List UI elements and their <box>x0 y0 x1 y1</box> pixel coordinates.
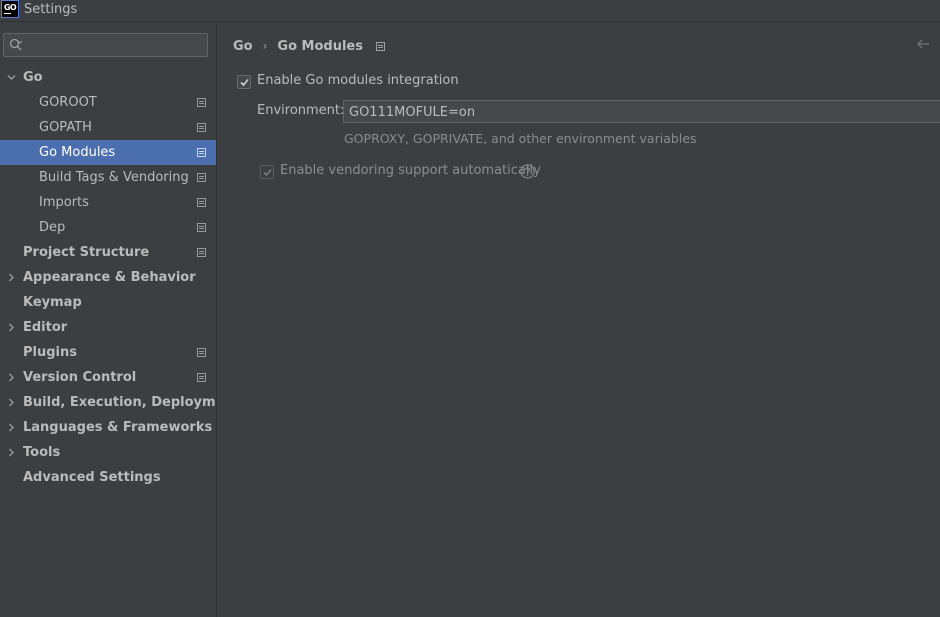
sidebar-item-label: Imports <box>39 195 89 210</box>
sidebar-item-build-tags-vendoring[interactable]: Build Tags & Vendoring <box>0 165 216 190</box>
environment-hint: GOPROXY, GOPRIVATE, and other environmen… <box>344 131 697 146</box>
logo-underline <box>4 13 11 14</box>
project-level-icon <box>197 373 206 382</box>
sidebar-item-version-control[interactable]: Version Control <box>0 365 216 390</box>
sidebar-item-label: Project Structure <box>23 245 150 260</box>
logo-text: GO <box>3 3 17 12</box>
sidebar-item-label: Version Control <box>23 370 137 385</box>
sidebar-item-label: Editor <box>23 320 68 335</box>
sidebar-item-plugins[interactable]: Plugins <box>0 340 216 365</box>
chevron-down-icon[interactable] <box>7 73 16 82</box>
settings-sidebar: Go GOROOT GOPATH Go Modules Build Tags & Ven… <box>0 23 240 617</box>
settings-search-input[interactable] <box>30 36 205 54</box>
sidebar-item-keymap[interactable]: Keymap <box>0 290 216 315</box>
sidebar-item-label: GOROOT <box>39 95 97 110</box>
sidebar-item-languages-frameworks[interactable]: Languages & Frameworks <box>0 415 216 440</box>
back-arrow-icon[interactable] <box>916 37 930 51</box>
sidebar-item-gopath[interactable]: GOPATH <box>0 115 216 140</box>
sidebar-item-advanced-settings[interactable]: Advanced Settings <box>0 465 216 490</box>
project-level-icon <box>197 98 206 107</box>
sidebar-item-imports[interactable]: Imports <box>0 190 216 215</box>
sidebar-item-tools[interactable]: Tools <box>0 440 216 465</box>
checkmark-icon <box>240 78 249 87</box>
title-bar: GO Settings <box>0 0 940 22</box>
sidebar-item-goroot[interactable]: GOROOT <box>0 90 216 115</box>
enable-vendoring-label[interactable]: Enable vendoring support automatically <box>280 163 541 178</box>
environment-field[interactable] <box>343 100 940 123</box>
sidebar-item-label: Build Tags & Vendoring <box>39 170 189 185</box>
chevron-right-icon[interactable] <box>7 423 16 432</box>
project-level-icon <box>197 198 206 207</box>
breadcrumb-current: Go Modules <box>277 38 363 54</box>
breadcrumb-parent[interactable]: Go <box>233 39 253 54</box>
sidebar-item-label: Build, Execution, Deployment <box>23 395 240 410</box>
project-level-icon <box>197 223 206 232</box>
breadcrumb-separator: › <box>262 39 268 53</box>
window-title: Settings <box>24 2 78 17</box>
settings-content-panel: Go › Go Modules Enable Go modules integr… <box>216 23 940 617</box>
sidebar-item-dep[interactable]: Dep <box>0 215 216 240</box>
sidebar-item-editor[interactable]: Editor <box>0 315 216 340</box>
settings-search-box[interactable] <box>3 33 208 57</box>
sidebar-item-label: Plugins <box>23 345 77 360</box>
chevron-right-icon[interactable] <box>7 448 16 457</box>
environment-label: Environment: <box>257 103 345 118</box>
project-level-icon <box>197 348 206 357</box>
sidebar-item-label: Dep <box>39 220 66 235</box>
sidebar-item-label: GOPATH <box>39 120 92 135</box>
sidebar-item-label: Tools <box>23 445 61 460</box>
search-icon <box>9 38 23 51</box>
sidebar-item-project-structure[interactable]: Project Structure <box>0 240 216 265</box>
breadcrumb: Go › Go Modules <box>233 38 385 54</box>
enable-modules-label[interactable]: Enable Go modules integration <box>257 73 459 88</box>
settings-tree: Go GOROOT GOPATH Go Modules Build Tags & Ven… <box>0 65 240 490</box>
chevron-right-icon[interactable] <box>7 398 16 407</box>
project-level-icon <box>197 123 206 132</box>
sidebar-item-label: Keymap <box>23 295 82 310</box>
project-level-icon <box>376 41 385 51</box>
sidebar-item-appearance-behavior[interactable]: Appearance & Behavior <box>0 265 216 290</box>
chevron-right-icon[interactable] <box>7 323 16 332</box>
sidebar-item-build-execution-deployment[interactable]: Build, Execution, Deployment <box>0 390 240 415</box>
chevron-right-icon[interactable] <box>7 273 16 282</box>
enable-vendoring-checkbox[interactable] <box>260 165 274 179</box>
sidebar-item-label: Go Modules <box>39 145 116 160</box>
checkmark-icon <box>263 168 272 177</box>
chevron-right-icon[interactable] <box>7 373 16 382</box>
project-level-icon <box>197 248 206 257</box>
sidebar-item-go[interactable]: Go <box>0 65 216 90</box>
help-icon[interactable] <box>520 164 535 179</box>
environment-input[interactable] <box>349 103 929 121</box>
sidebar-item-go-modules[interactable]: Go Modules <box>0 140 216 165</box>
sidebar-item-label: Advanced Settings <box>23 470 161 485</box>
enable-modules-checkbox[interactable] <box>237 75 251 89</box>
sidebar-item-label: Go <box>23 70 43 85</box>
project-level-icon <box>197 173 206 182</box>
sidebar-item-label: Appearance & Behavior <box>23 270 196 285</box>
sidebar-item-label: Languages & Frameworks <box>23 420 213 435</box>
project-level-icon <box>197 148 206 157</box>
goland-logo-icon: GO <box>1 0 19 18</box>
